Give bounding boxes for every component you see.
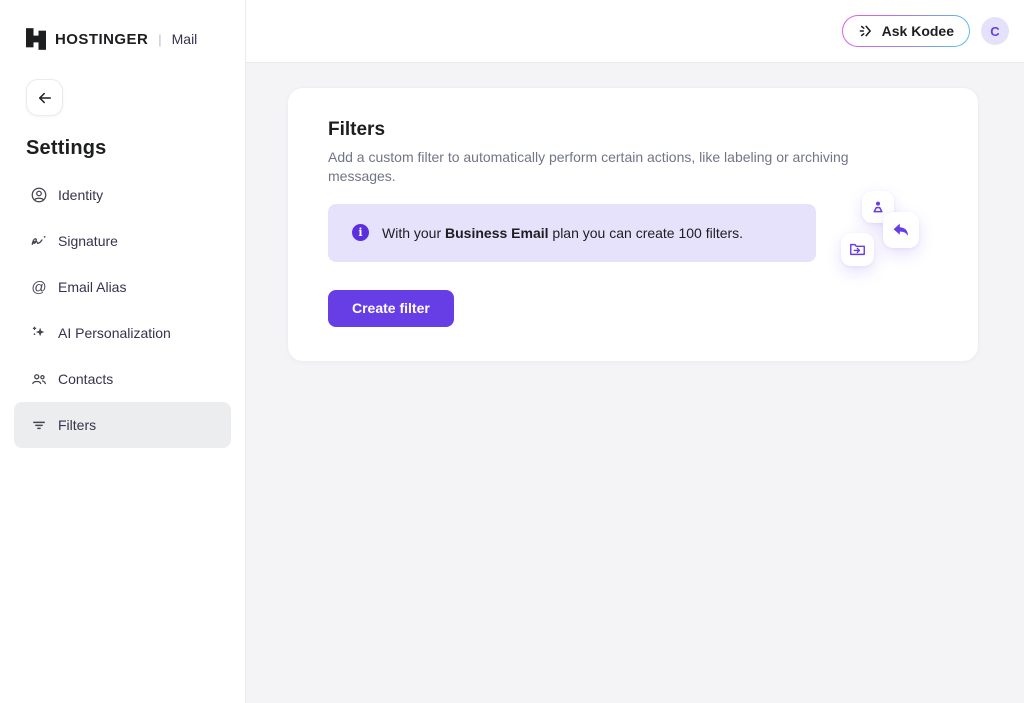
email-alias-icon: @ [30,278,48,296]
sidebar-item-label: Email Alias [58,279,126,295]
sidebar-item-contacts[interactable]: Contacts [14,356,231,402]
settings-nav: Identity Signature @ Email Alias [0,172,245,448]
identity-icon [30,186,48,204]
brand-separator: | [158,32,161,47]
ai-sparkle-icon [30,324,48,342]
ask-kodee-button[interactable]: Ask Kodee [842,15,970,47]
sidebar-title: Settings [26,137,245,160]
sidebar-item-signature[interactable]: Signature [14,218,231,264]
brand-logo[interactable]: HOSTINGER | Mail [0,0,245,50]
sidebar-item-label: Filters [58,417,96,433]
plan-name: Business Email [445,225,549,241]
contacts-icon [30,370,48,388]
card-title: Filters [328,119,938,141]
decor-tile-reply [883,212,919,248]
filters-card: Filters Add a custom filter to automatic… [287,87,979,362]
sidebar-item-label: Contacts [58,371,113,387]
hostinger-logo-icon [26,28,46,50]
ask-kodee-label: Ask Kodee [882,23,954,39]
brand-product: Mail [172,31,198,47]
decor-tile-folder [841,233,874,266]
user-icon [870,199,886,215]
sidebar-item-label: AI Personalization [58,325,171,341]
sidebar-item-label: Identity [58,187,103,203]
sidebar-item-label: Signature [58,233,118,249]
user-avatar[interactable]: C [981,17,1009,45]
kodee-spark-icon [858,23,874,39]
sidebar-item-identity[interactable]: Identity [14,172,231,218]
main-area: Ask Kodee C Filters Add a custom filter … [246,0,1024,703]
sidebar-item-ai-personalization[interactable]: AI Personalization [14,310,231,356]
filters-icon [30,416,48,434]
topbar: Ask Kodee C [246,0,1024,63]
plan-info-text: With your Business Email plan you can cr… [382,225,743,241]
reply-icon [892,222,910,238]
brand-name: HOSTINGER [55,31,148,48]
avatar-initial: C [990,24,999,39]
app-window: HOSTINGER | Mail Settings Identity [0,0,1024,703]
settings-sidebar: HOSTINGER | Mail Settings Identity [0,0,246,703]
plan-info-banner: i With your Business Email plan you can … [328,204,816,262]
folder-move-icon [849,242,866,257]
content-area: Filters Add a custom filter to automatic… [246,63,1024,386]
arrow-left-icon [36,89,54,107]
card-description: Add a custom filter to automatically per… [328,148,888,187]
back-button[interactable] [26,79,63,116]
signature-icon [30,232,48,250]
sidebar-item-filters[interactable]: Filters [14,402,231,448]
info-icon: i [352,224,369,241]
create-filter-button[interactable]: Create filter [328,290,454,327]
sidebar-item-email-alias[interactable]: @ Email Alias [14,264,231,310]
